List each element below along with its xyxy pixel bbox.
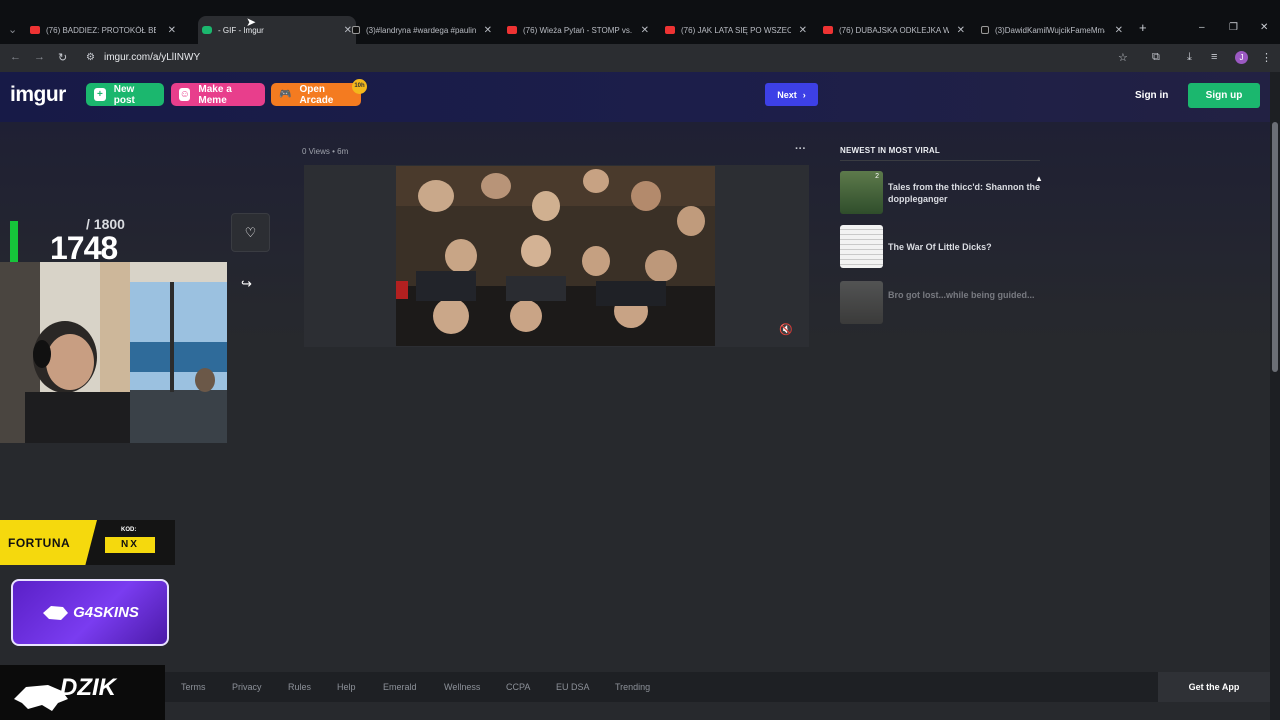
minimize-icon[interactable]: – [1199, 22, 1205, 33]
sidebar-post-item[interactable]: Bro got lost...while being guided... [840, 281, 1040, 324]
arcade-timer-badge: 10h [352, 79, 367, 94]
sidebar-scroll-up-icon[interactable]: ▲ [1035, 174, 1043, 183]
mute-icon[interactable]: 🔇 [779, 323, 793, 336]
open-arcade-button[interactable]: 🎮 Open Arcade [271, 83, 361, 106]
chevron-right-icon: › [802, 89, 806, 100]
close-tab-icon[interactable]: ✕ [168, 25, 176, 36]
page-scrollbar-thumb[interactable] [1272, 122, 1278, 372]
browser-tab[interactable]: (3)#landryna #wardega #paulin ✕ [352, 20, 496, 40]
mouse-cursor-icon: ➤ [246, 15, 257, 29]
footer-link-help[interactable]: Help [337, 682, 356, 692]
fortuna-kod-label: KOD: [121, 527, 137, 533]
sidebar-heading: NEWEST IN MOST VIRAL [840, 146, 940, 155]
post-thumbnail [840, 281, 883, 324]
plus-icon: + [94, 88, 106, 101]
get-the-app-button[interactable]: Get the App [1158, 672, 1270, 702]
webcam-image [0, 262, 227, 443]
close-tab-icon[interactable]: ✕ [484, 25, 492, 36]
profile-avatar[interactable]: J [1235, 51, 1248, 64]
site-header: imgur + New post ☺ Make a Meme 🎮 Open Ar… [0, 72, 1270, 122]
browser-tab[interactable]: (76) JAK LATA SIĘ PO WSZECHŚ ✕ [665, 20, 811, 40]
tiktok-favicon-icon [352, 26, 360, 34]
footer-link-emerald[interactable]: Emerald [383, 682, 417, 692]
post-thumbnail: 2 [840, 171, 883, 214]
post-gif[interactable] [396, 166, 715, 346]
imgur-logo[interactable]: imgur [10, 83, 66, 107]
streamer-webcam [0, 262, 227, 443]
next-post-button[interactable]: Next › [765, 83, 818, 106]
gamepad-icon: 🎮 [279, 89, 292, 100]
forward-icon[interactable]: → [34, 51, 45, 63]
youtube-favicon-icon [507, 26, 517, 34]
close-tab-icon[interactable]: ✕ [1115, 25, 1123, 36]
tab-search-icon[interactable]: ⌄ [8, 23, 17, 36]
close-window-icon[interactable]: ✕ [1260, 22, 1268, 33]
sign-up-button[interactable]: Sign up [1188, 83, 1260, 108]
youtube-favicon-icon [30, 26, 40, 34]
browser-tab-strip: ⌄ (76) BADDIEZ: PROTOKÓŁ BERL ✕ - GIF - … [0, 0, 1280, 44]
sidebar-post-title: Bro got lost...while being guided... [888, 290, 1035, 300]
tiktok-favicon-icon [981, 26, 989, 34]
browser-tab[interactable]: (76) Wieża Pytań - STOMP vs. I ✕ [507, 20, 653, 40]
post-thumbnail [840, 225, 883, 268]
footer-link-ccpa[interactable]: CCPA [506, 682, 530, 692]
close-tab-icon[interactable]: ✕ [957, 25, 965, 36]
youtube-favicon-icon [665, 26, 675, 34]
bookmark-star-icon[interactable]: ☆ [1118, 51, 1128, 64]
footer-link-privacy[interactable]: Privacy [232, 682, 262, 692]
counter-progress-bar [10, 221, 18, 267]
sidebar-divider [840, 160, 1040, 161]
footer-link-terms[interactable]: Terms [181, 682, 206, 692]
footer-link-trending[interactable]: Trending [615, 682, 650, 692]
restore-icon[interactable]: ❐ [1229, 22, 1238, 33]
dzik-logo-text: DZIK [60, 674, 116, 701]
favorite-heart-button[interactable]: ♡ [231, 213, 270, 252]
youtube-favicon-icon [823, 26, 833, 34]
sign-in-link[interactable]: Sign in [1135, 90, 1168, 101]
site-footer [165, 672, 1270, 702]
back-icon[interactable]: ← [10, 51, 21, 63]
extensions-icon[interactable]: ⧉ [1152, 51, 1160, 64]
sidebar-post-title: Tales from the thicc'd: Shannon the dopp… [888, 182, 1040, 204]
more-options-icon[interactable]: ··· [795, 143, 806, 155]
footer-link-wellness[interactable]: Wellness [444, 682, 480, 692]
browser-toolbar: ← → ↻ ⚙ imgur.com/a/yLlINWY ☆ ⧉ ⤓ ≡ ⋮ [0, 44, 1280, 72]
footer-link-rules[interactable]: Rules [288, 682, 311, 692]
reload-icon[interactable]: ↻ [58, 51, 67, 64]
browser-tab-active[interactable]: - GIF - Imgur ✕ [198, 16, 356, 44]
browser-tab[interactable]: (76) BADDIEZ: PROTOKÓŁ BERL ✕ [30, 20, 180, 40]
address-bar[interactable]: imgur.com/a/yLlINWY [104, 52, 200, 63]
site-info-icon[interactable]: ⚙ [86, 52, 95, 63]
close-tab-icon[interactable]: ✕ [641, 25, 649, 36]
share-arrow-icon[interactable]: ↪ [241, 276, 252, 292]
browser-tab[interactable]: (76) DUBAJSKA ODKLEJKA WE ✕ [823, 20, 969, 40]
menu-icon[interactable]: ⋮ [1261, 51, 1272, 64]
make-meme-button[interactable]: ☺ Make a Meme [171, 83, 265, 106]
close-tab-icon[interactable]: ✕ [799, 25, 807, 36]
browser-tab[interactable]: (3)DawidKamilWujcikFameMma ✕ [981, 20, 1127, 40]
media-control-icon[interactable]: ≡ [1211, 51, 1217, 63]
crowd-image [396, 166, 715, 346]
footer-link-eu-dsa[interactable]: EU DSA [556, 682, 590, 692]
wolf-logo-icon [43, 605, 69, 620]
sidebar-post-title: The War Of Little Dicks? [888, 242, 992, 252]
new-tab-button[interactable]: + [1139, 20, 1147, 35]
download-icon[interactable]: ⤓ [1187, 51, 1192, 64]
post-meta: 0 Views • 6m [302, 147, 349, 156]
imgur-favicon-icon [202, 26, 212, 34]
sidebar-post-item[interactable]: The War Of Little Dicks? [840, 225, 1040, 268]
fortuna-code: NX [105, 537, 155, 553]
close-tab-icon[interactable]: ✕ [344, 25, 352, 36]
fortuna-name: FORTUNA [8, 536, 71, 550]
fortuna-banner[interactable]: FORTUNA KOD: NX [0, 520, 175, 565]
g4skins-banner[interactable]: G4SKINS [11, 579, 169, 646]
sidebar-post-item[interactable]: 2 Tales from the thicc'd: Shannon the do… [840, 171, 1040, 214]
meme-icon: ☺ [179, 88, 191, 101]
new-post-button[interactable]: + New post [86, 83, 164, 106]
